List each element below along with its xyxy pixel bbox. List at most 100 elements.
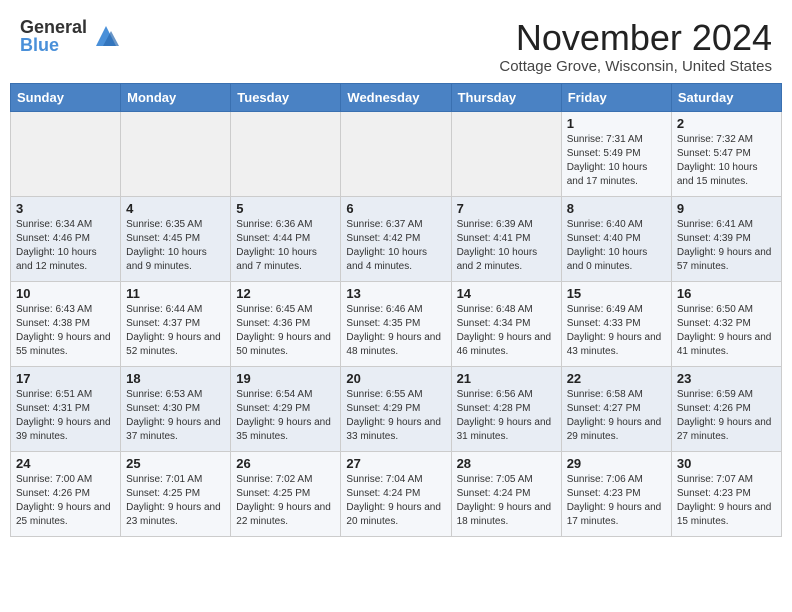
day-number: 2	[677, 116, 776, 131]
day-number: 12	[236, 286, 335, 301]
col-sunday: Sunday	[11, 83, 121, 111]
day-number: 9	[677, 201, 776, 216]
title-area: November 2024 Cottage Grove, Wisconsin, …	[499, 18, 772, 75]
page-header: General Blue November 2024 Cottage Grove…	[0, 0, 792, 83]
calendar-body: 1 Sunrise: 7:31 AM Sunset: 5:49 PM Daylig…	[11, 111, 782, 536]
calendar-cell: 22Sunrise: 6:58 AM Sunset: 4:27 PM Dayli…	[561, 366, 671, 451]
day-number: 27	[346, 456, 445, 471]
day-number: 13	[346, 286, 445, 301]
day-number: 18	[126, 371, 225, 386]
calendar-cell: 14Sunrise: 6:48 AM Sunset: 4:34 PM Dayli…	[451, 281, 561, 366]
day-number: 25	[126, 456, 225, 471]
calendar-cell: 2 Sunrise: 7:32 AM Sunset: 5:47 PM Daylig…	[671, 111, 781, 196]
calendar-week-1: 3 Sunrise: 6:34 AM Sunset: 4:46 PM Daylig…	[11, 196, 782, 281]
col-wednesday: Wednesday	[341, 83, 451, 111]
calendar-cell: 30Sunrise: 7:07 AM Sunset: 4:23 PM Dayli…	[671, 451, 781, 536]
day-info: Sunrise: 7:31 AM Sunset: 5:49 PM Dayligh…	[567, 133, 666, 189]
day-number: 23	[677, 371, 776, 386]
col-friday: Friday	[561, 83, 671, 111]
calendar-wrapper: Sunday Monday Tuesday Wednesday Thursday…	[0, 83, 792, 547]
calendar-week-0: 1 Sunrise: 7:31 AM Sunset: 5:49 PM Daylig…	[11, 111, 782, 196]
calendar-cell: 3 Sunrise: 6:34 AM Sunset: 4:46 PM Daylig…	[11, 196, 121, 281]
day-info: Sunrise: 6:35 AM Sunset: 4:45 PM Dayligh…	[126, 218, 225, 274]
day-number: 28	[457, 456, 556, 471]
day-number: 3	[16, 201, 115, 216]
day-number: 19	[236, 371, 335, 386]
calendar-cell: 4 Sunrise: 6:35 AM Sunset: 4:45 PM Daylig…	[121, 196, 231, 281]
day-number: 5	[236, 201, 335, 216]
day-info: Sunrise: 6:44 AM Sunset: 4:37 PM Dayligh…	[126, 303, 225, 359]
logo: General Blue	[20, 18, 121, 54]
day-number: 30	[677, 456, 776, 471]
day-number: 21	[457, 371, 556, 386]
calendar-cell: 17 Sunrise: 6:51 AM Sunset: 4:31 PM Dayli…	[11, 366, 121, 451]
day-info: Sunrise: 7:32 AM Sunset: 5:47 PM Dayligh…	[677, 133, 776, 189]
day-number: 20	[346, 371, 445, 386]
calendar-cell: 20 Sunrise: 6:55 AM Sunset: 4:29 PM Dayli…	[341, 366, 451, 451]
location: Cottage Grove, Wisconsin, United States	[499, 58, 772, 75]
day-info: Sunrise: 7:00 AM Sunset: 4:26 PM Dayligh…	[16, 473, 115, 529]
day-number: 10	[16, 286, 115, 301]
calendar-cell: 23Sunrise: 6:59 AM Sunset: 4:26 PM Dayli…	[671, 366, 781, 451]
logo-general: General	[20, 18, 87, 36]
day-number: 7	[457, 201, 556, 216]
day-number: 26	[236, 456, 335, 471]
day-number: 29	[567, 456, 666, 471]
calendar-cell: 29Sunrise: 7:06 AM Sunset: 4:23 PM Dayli…	[561, 451, 671, 536]
day-number: 15	[567, 286, 666, 301]
calendar-week-4: 24Sunrise: 7:00 AM Sunset: 4:26 PM Dayli…	[11, 451, 782, 536]
calendar-cell: 26Sunrise: 7:02 AM Sunset: 4:25 PM Dayli…	[231, 451, 341, 536]
day-number: 11	[126, 286, 225, 301]
calendar-cell	[341, 111, 451, 196]
day-header-row: Sunday Monday Tuesday Wednesday Thursday…	[11, 83, 782, 111]
day-info: Sunrise: 6:46 AM Sunset: 4:35 PM Dayligh…	[346, 303, 445, 359]
calendar-cell: 18 Sunrise: 6:53 AM Sunset: 4:30 PM Dayli…	[121, 366, 231, 451]
calendar-cell: 25Sunrise: 7:01 AM Sunset: 4:25 PM Dayli…	[121, 451, 231, 536]
calendar-cell	[231, 111, 341, 196]
calendar-week-3: 17 Sunrise: 6:51 AM Sunset: 4:31 PM Dayli…	[11, 366, 782, 451]
calendar-cell: 13 Sunrise: 6:46 AM Sunset: 4:35 PM Dayli…	[341, 281, 451, 366]
day-info: Sunrise: 6:45 AM Sunset: 4:36 PM Dayligh…	[236, 303, 335, 359]
calendar-cell: 8 Sunrise: 6:40 AM Sunset: 4:40 PM Daylig…	[561, 196, 671, 281]
day-number: 1	[567, 116, 666, 131]
calendar-cell: 10 Sunrise: 6:43 AM Sunset: 4:38 PM Dayli…	[11, 281, 121, 366]
calendar-cell: 28Sunrise: 7:05 AM Sunset: 4:24 PM Dayli…	[451, 451, 561, 536]
day-info: Sunrise: 6:51 AM Sunset: 4:31 PM Dayligh…	[16, 388, 115, 444]
calendar: Sunday Monday Tuesday Wednesday Thursday…	[10, 83, 782, 537]
day-info: Sunrise: 6:54 AM Sunset: 4:29 PM Dayligh…	[236, 388, 335, 444]
day-info: Sunrise: 6:56 AM Sunset: 4:28 PM Dayligh…	[457, 388, 556, 444]
day-info: Sunrise: 6:55 AM Sunset: 4:29 PM Dayligh…	[346, 388, 445, 444]
calendar-cell: 7Sunrise: 6:39 AM Sunset: 4:41 PM Daylig…	[451, 196, 561, 281]
col-tuesday: Tuesday	[231, 83, 341, 111]
day-info: Sunrise: 7:04 AM Sunset: 4:24 PM Dayligh…	[346, 473, 445, 529]
day-info: Sunrise: 6:49 AM Sunset: 4:33 PM Dayligh…	[567, 303, 666, 359]
day-number: 4	[126, 201, 225, 216]
calendar-cell	[121, 111, 231, 196]
calendar-cell: 6 Sunrise: 6:37 AM Sunset: 4:42 PM Daylig…	[341, 196, 451, 281]
calendar-cell: 11 Sunrise: 6:44 AM Sunset: 4:37 PM Dayli…	[121, 281, 231, 366]
calendar-cell: 5Sunrise: 6:36 AM Sunset: 4:44 PM Daylig…	[231, 196, 341, 281]
day-info: Sunrise: 6:40 AM Sunset: 4:40 PM Dayligh…	[567, 218, 666, 274]
col-thursday: Thursday	[451, 83, 561, 111]
col-saturday: Saturday	[671, 83, 781, 111]
calendar-cell: 12 Sunrise: 6:45 AM Sunset: 4:36 PM Dayli…	[231, 281, 341, 366]
day-info: Sunrise: 6:43 AM Sunset: 4:38 PM Dayligh…	[16, 303, 115, 359]
logo-icon	[91, 21, 121, 51]
calendar-cell: 15 Sunrise: 6:49 AM Sunset: 4:33 PM Dayli…	[561, 281, 671, 366]
col-monday: Monday	[121, 83, 231, 111]
calendar-cell	[11, 111, 121, 196]
logo-blue: Blue	[20, 36, 87, 54]
day-number: 22	[567, 371, 666, 386]
day-number: 17	[16, 371, 115, 386]
day-number: 16	[677, 286, 776, 301]
day-info: Sunrise: 6:34 AM Sunset: 4:46 PM Dayligh…	[16, 218, 115, 274]
calendar-week-2: 10 Sunrise: 6:43 AM Sunset: 4:38 PM Dayli…	[11, 281, 782, 366]
day-number: 6	[346, 201, 445, 216]
calendar-cell: 27 Sunrise: 7:04 AM Sunset: 4:24 PM Dayli…	[341, 451, 451, 536]
calendar-cell: 24Sunrise: 7:00 AM Sunset: 4:26 PM Dayli…	[11, 451, 121, 536]
day-info: Sunrise: 6:50 AM Sunset: 4:32 PM Dayligh…	[677, 303, 776, 359]
day-info: Sunrise: 6:37 AM Sunset: 4:42 PM Dayligh…	[346, 218, 445, 274]
day-info: Sunrise: 6:53 AM Sunset: 4:30 PM Dayligh…	[126, 388, 225, 444]
day-number: 8	[567, 201, 666, 216]
calendar-cell: 21 Sunrise: 6:56 AM Sunset: 4:28 PM Dayli…	[451, 366, 561, 451]
